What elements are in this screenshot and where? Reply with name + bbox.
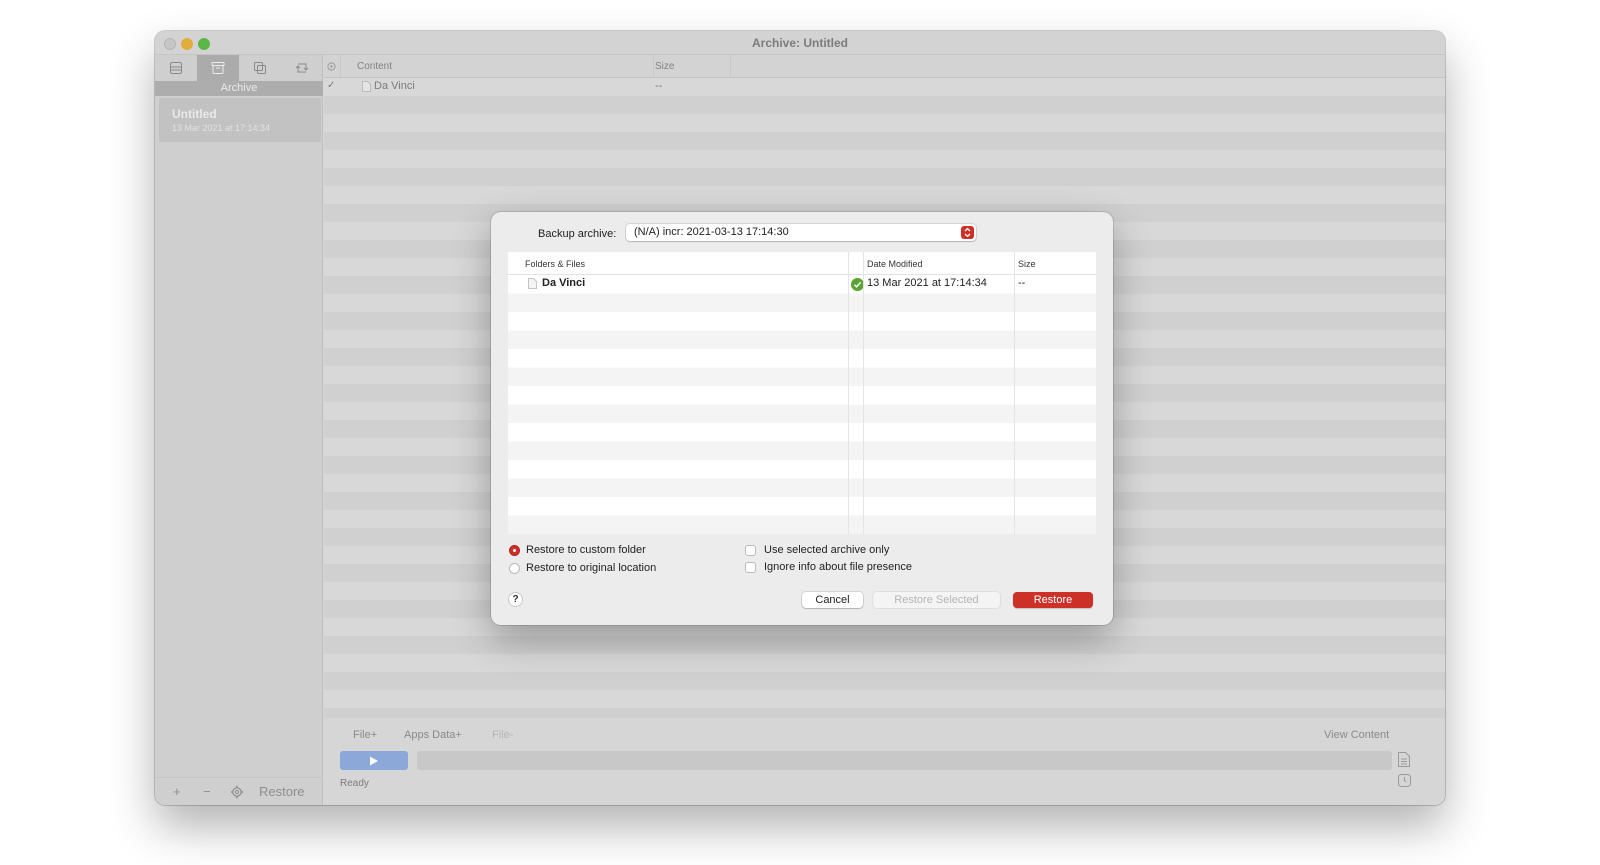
status-text: Ready [340, 778, 369, 789]
document-icon [362, 81, 371, 92]
sidebar-tabs [155, 55, 323, 81]
backup-archive-select[interactable]: (N/A) incr: 2021-03-13 17:14:30 [626, 224, 976, 241]
backup-archive-label: Backup archive: [538, 228, 617, 240]
restore-table-header: Folders & Files Date Modified Size [508, 252, 1096, 275]
tab-file-minus[interactable]: File- [492, 729, 513, 741]
restore-custom-folder-option[interactable]: Restore to custom folder [509, 544, 646, 556]
add-button[interactable]: + [173, 784, 181, 799]
document-icon [528, 278, 537, 289]
content-footer: File+ Apps Data+ File- View Content Read… [324, 718, 1445, 805]
duplicate-icon [254, 62, 266, 74]
row-size: -- [655, 80, 663, 92]
row-checkbox[interactable]: ✓ [327, 80, 335, 91]
progress-bar [417, 751, 1392, 770]
restore-selected-button[interactable]: Restore Selected [873, 592, 1000, 608]
log-document-icon[interactable] [1398, 752, 1410, 767]
play-icon [370, 756, 378, 765]
select-all-icon[interactable] [327, 62, 336, 71]
option-label: Restore to original location [526, 562, 657, 574]
row-name: Da Vinci [374, 80, 415, 92]
view-content-button[interactable]: View Content [1324, 729, 1389, 741]
checkbox[interactable] [745, 544, 756, 556]
restore-original-location-option[interactable]: Restore to original location [509, 562, 656, 574]
ignore-file-presence-checkbox[interactable]: Ignore info about file presence [745, 561, 912, 573]
use-selected-archive-checkbox[interactable]: Use selected archive only [745, 544, 889, 556]
sidebar-item-title: Untitled [172, 107, 217, 121]
window-title: Archive: Untitled [751, 36, 848, 50]
gear-icon[interactable] [230, 785, 244, 799]
select-arrows-icon [961, 226, 974, 239]
help-button[interactable]: ? [508, 592, 523, 607]
backup-archive-value: (N/A) incr: 2021-03-13 17:14:30 [634, 226, 789, 238]
checkbox[interactable] [745, 561, 756, 573]
column-header-size[interactable]: Size [655, 61, 674, 72]
content-table-header: Content Size [324, 55, 1445, 78]
start-button[interactable] [340, 751, 408, 770]
schedule-clock-icon[interactable] [1398, 774, 1411, 787]
sidebar-item-archive[interactable]: Untitled 13 Mar 2021 at 17:14:34 [159, 98, 321, 142]
radio-selected[interactable] [509, 544, 520, 556]
radio-unselected[interactable] [509, 562, 520, 574]
tray-stack-icon [170, 62, 182, 74]
restore-dialog: Backup archive: (N/A) incr: 2021-03-13 1… [491, 212, 1113, 625]
column-divider [848, 252, 849, 534]
option-label: Use selected archive only [764, 544, 890, 556]
tab-file-plus[interactable]: File+ [353, 729, 377, 741]
row-date-modified: 13 Mar 2021 at 17:14:34 [867, 277, 987, 289]
remove-button[interactable]: − [203, 784, 211, 799]
tab-clone[interactable] [239, 55, 281, 81]
column-header-folders-files[interactable]: Folders & Files [525, 259, 585, 269]
column-divider [1014, 252, 1015, 534]
sidebar-restore-button[interactable]: Restore [259, 784, 305, 799]
column-header-size[interactable]: Size [1018, 259, 1036, 269]
title-bar: Archive: Untitled [155, 31, 1445, 55]
table-row[interactable]: Da Vinci 13 Mar 2021 at 17:14:34 -- [508, 275, 1096, 293]
restore-file-table: Folders & Files Date Modified Size Da Vi… [508, 252, 1096, 534]
row-name: Da Vinci [542, 277, 586, 289]
restore-button[interactable]: Restore [1013, 592, 1093, 608]
option-label: Ignore info about file presence [764, 561, 912, 573]
tab-sync[interactable] [281, 55, 323, 81]
sync-arrows-icon [295, 63, 309, 73]
sidebar-section-header: Archive [155, 81, 323, 96]
sidebar: Archive Untitled 13 Mar 2021 at 17:14:34… [155, 55, 323, 805]
tab-backups[interactable] [155, 55, 197, 81]
sidebar-item-date: 13 Mar 2021 at 17:14:34 [172, 123, 271, 133]
column-header-date-modified[interactable]: Date Modified [867, 259, 923, 269]
restore-table-body: Da Vinci 13 Mar 2021 at 17:14:34 -- [508, 275, 1096, 534]
row-size: -- [1018, 277, 1026, 289]
cancel-button[interactable]: Cancel [802, 592, 863, 608]
option-label: Restore to custom folder [526, 544, 646, 556]
archive-box-icon [211, 62, 225, 74]
column-header-content[interactable]: Content [357, 61, 392, 72]
tab-apps-data-plus[interactable]: Apps Data+ [404, 729, 462, 741]
tab-archive[interactable] [197, 55, 239, 81]
column-divider [863, 252, 864, 534]
sidebar-toolbar: + − Restore [155, 777, 323, 805]
